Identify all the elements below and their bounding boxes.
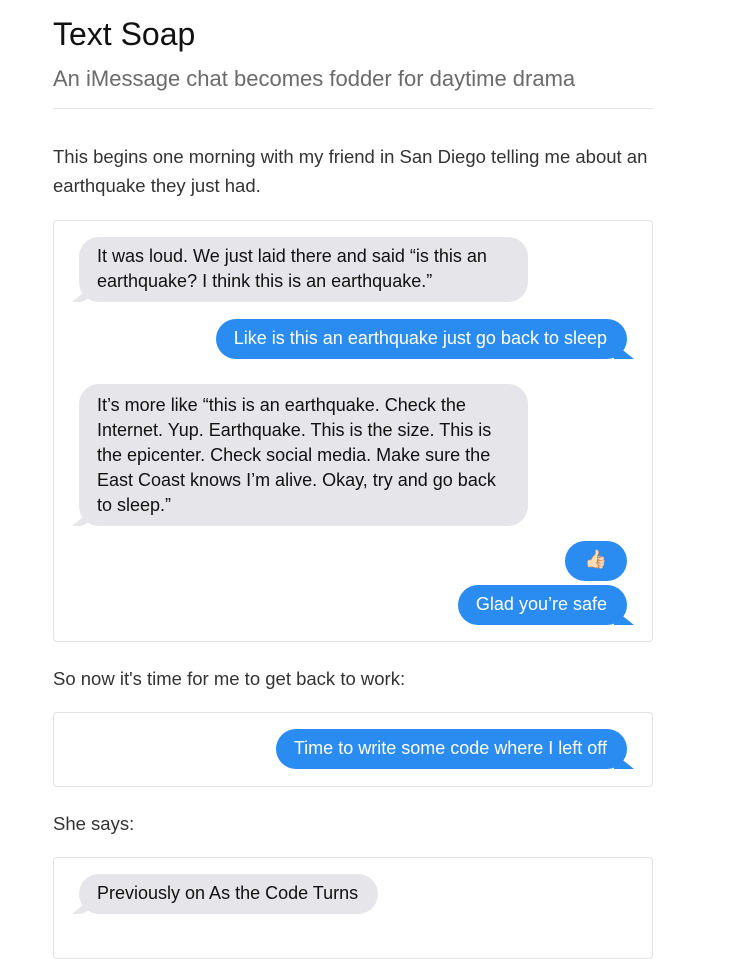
page-subtitle: An iMessage chat becomes fodder for dayt… bbox=[53, 66, 576, 91]
intro-paragraph: This begins one morning with my friend i… bbox=[53, 146, 648, 196]
chat-card-1: It was loud. We just laid there and said… bbox=[53, 220, 653, 642]
received-message: It was loud. We just laid there and said… bbox=[79, 237, 528, 302]
thumbs-up-icon: 👍🏻 bbox=[565, 541, 627, 581]
sent-message: Time to write some code where I left off bbox=[275, 729, 627, 769]
sent-message: Glad you’re safe bbox=[457, 585, 627, 625]
received-message: Previously on As the Code Turns bbox=[79, 874, 379, 914]
sent-message: Like is this an earthquake just go back … bbox=[215, 319, 627, 359]
received-message: It’s more like “this is an earthquake. C… bbox=[79, 384, 528, 526]
paragraph: So now it's time for me to get back to w… bbox=[53, 668, 406, 689]
divider bbox=[53, 108, 653, 109]
chat-card-3: Previously on As the Code Turns bbox=[53, 857, 653, 959]
page-title: Text Soap bbox=[53, 16, 196, 52]
chat-card-2: Time to write some code where I left off bbox=[53, 712, 653, 787]
paragraph: She says: bbox=[53, 813, 135, 834]
